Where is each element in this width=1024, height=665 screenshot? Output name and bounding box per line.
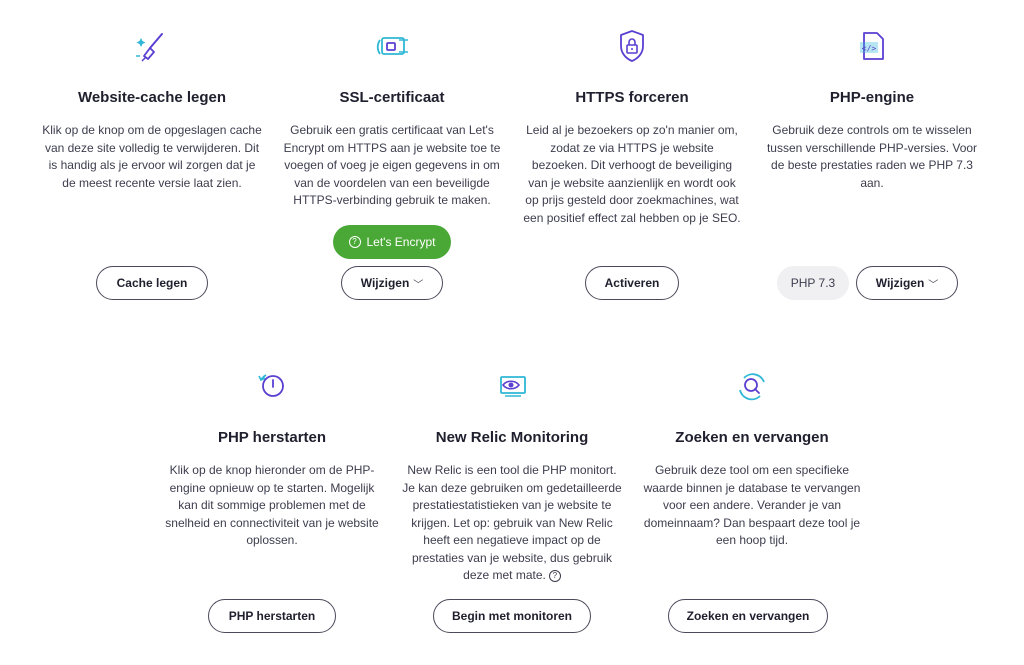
card-php-restart: PHP herstarten Klik op de knop hieronder… [162,366,382,550]
activate-https-button[interactable]: Activeren [585,266,679,300]
card-title: Zoeken en vervangen [675,429,829,446]
description-text: New Relic is een tool die PHP monitort. … [402,463,622,582]
button-label: Wijzigen [875,276,925,290]
php-version-badge: PHP 7.3 [777,266,849,300]
button-label: Activeren [604,276,660,290]
card-description: Gebruik deze controls om te wisselen tus… [766,123,978,190]
chevron-down-icon: ﹀ [928,279,939,291]
help-icon[interactable]: ? [548,569,561,582]
lets-encrypt-badge[interactable]: ? Let's Encrypt [333,225,451,259]
button-label: Begin met monitoren [451,609,572,623]
card-title: PHP herstarten [217,429,327,446]
button-label: PHP herstarten [228,609,316,623]
restart-php-button[interactable]: PHP herstarten [208,599,336,633]
card-search-replace: Zoeken en vervangen Gebruik deze tool om… [642,366,862,550]
card-php-engine: </> PHP-engine Gebruik deze controls om … [762,26,982,192]
help-icon: ? [348,236,361,248]
chevron-down-icon: ﹀ [413,279,424,291]
card-description: Klik op de knop hieronder om de PHP-engi… [165,463,379,547]
search-replace-button[interactable]: Zoeken en vervangen [668,599,828,633]
card-force-https: HTTPS forceren Leid al je bezoekers op z… [522,26,742,227]
card-title: New Relic Monitoring [435,429,589,446]
card-description: Klik op de knop om de opgeslagen cache v… [42,123,262,190]
button-label: Zoeken en vervangen [686,609,810,623]
button-label: Wijzigen [360,276,410,290]
button-label: Cache legen [116,276,188,290]
start-monitoring-button[interactable]: Begin met monitoren [433,599,591,633]
svg-text:</>: </> [862,44,877,53]
card-ssl-certificate: SSL-certificaat Gebruik een gratis certi… [282,26,502,210]
card-title: Website-cache legen [77,89,227,106]
card-description: Gebruik deze tool om een specifieke waar… [643,463,861,547]
version-label: PHP 7.3 [790,276,836,290]
power-restart-icon [258,374,284,397]
search-replace-icon [739,373,765,401]
clear-cache-button[interactable]: Cache legen [96,266,208,300]
monitor-eye-icon [500,376,526,397]
card-title: SSL-certificaat [339,89,445,106]
card-description: Leid al je bezoekers op zo'n manier om, … [523,123,741,225]
shield-lock-icon [620,30,644,62]
card-new-relic: New Relic Monitoring New Relic is een to… [402,366,622,585]
card-website-cache: Website-cache legen Klik op de knop om d… [42,26,262,192]
card-title: PHP-engine [829,89,915,106]
broom-icon [136,33,163,62]
ssl-certificate-icon [376,37,408,55]
change-php-button[interactable]: Wijzigen ﹀ [856,266,958,300]
card-description: Gebruik een gratis certificaat van Let's… [283,123,501,207]
card-title: HTTPS forceren [575,89,689,106]
change-ssl-button[interactable]: Wijzigen ﹀ [341,266,443,300]
card-description: New Relic is een tool die PHP monitort. … [402,462,622,585]
php-file-icon: </> [860,32,884,60]
badge-label: Let's Encrypt [366,235,436,249]
